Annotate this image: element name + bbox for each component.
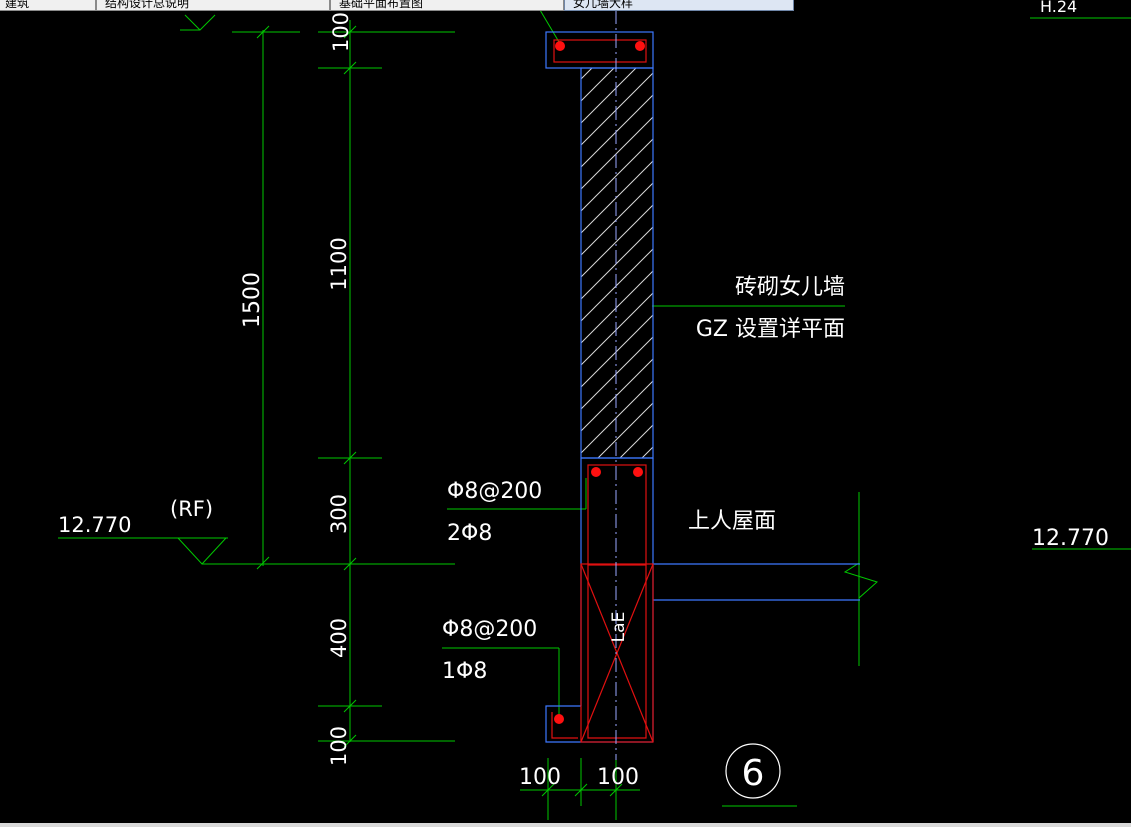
- dim-1100: 1100: [327, 237, 351, 290]
- cad-drawing-canvas[interactable]: 100 1100 1500 300 400 100 100 100 12.770…: [0, 0, 1131, 827]
- dim-width-right: 100: [597, 765, 639, 790]
- wall-label-line2: GZ 设置详平面: [696, 317, 845, 342]
- tab-1[interactable]: 建筑: [0, 0, 96, 11]
- detail-number: 6: [742, 753, 765, 794]
- tab-4-active[interactable]: 女儿墙大样: [564, 0, 794, 11]
- tab-2[interactable]: 结构设计总说明: [96, 0, 330, 11]
- roof-label: 上人屋面: [688, 509, 776, 534]
- drawing-tabs-bar: 建筑 结构设计总说明 基础平面布置图 女儿墙大样: [0, 0, 1131, 12]
- upper-rebar-main: 2Φ8: [447, 521, 492, 546]
- dim-300: 300: [327, 494, 351, 534]
- dim-400: 400: [327, 618, 351, 658]
- elevation-right-value: 12.770: [1032, 526, 1109, 551]
- section-outline: [545, 31, 860, 743]
- dim-100-top: 100: [329, 12, 353, 52]
- tab-3[interactable]: 基础平面布置图: [330, 0, 564, 11]
- hatched-masonry-wall: [580, 67, 654, 459]
- wall-label-line1: 砖砌女儿墙: [735, 275, 845, 300]
- lower-rebar-main: 1Φ8: [442, 659, 487, 684]
- elevation-left-tag: (RF): [170, 497, 213, 521]
- dim-100-bottom: 100: [327, 726, 351, 766]
- upper-rebar-stirrup: Φ8@200: [447, 479, 542, 504]
- anchor-length-label: LaE: [609, 612, 629, 643]
- lower-rebar-stirrup: Φ8@200: [442, 617, 537, 642]
- bottom-status-strip: [0, 823, 1131, 827]
- dim-width-left: 100: [519, 765, 561, 790]
- dim-1500: 1500: [240, 272, 265, 328]
- elevation-left-value: 12.770: [58, 513, 131, 537]
